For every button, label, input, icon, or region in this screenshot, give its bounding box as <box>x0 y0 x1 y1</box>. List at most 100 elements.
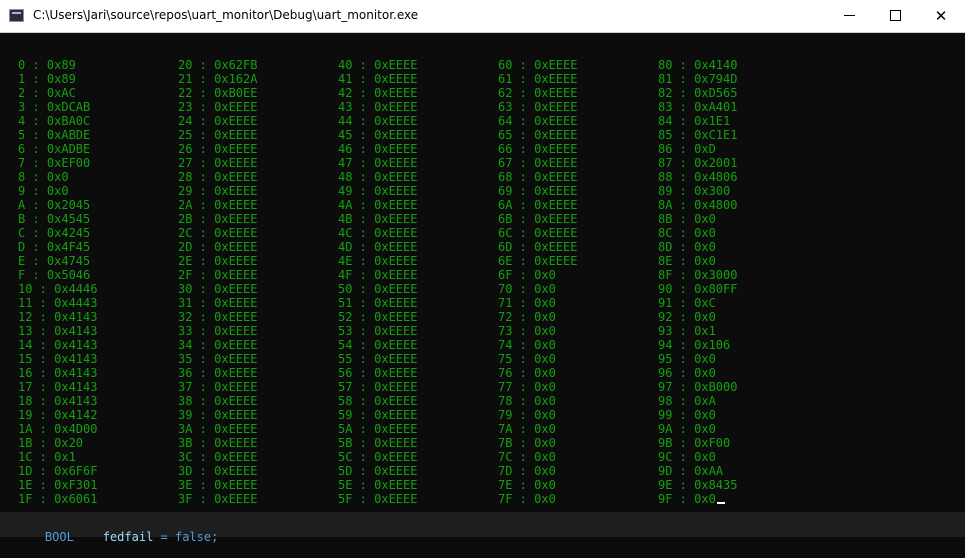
console-line: 48 : 0xEEEE <box>338 170 418 184</box>
console-line: 95 : 0x0 <box>658 352 716 366</box>
console-line: 90 : 0x80FF <box>658 282 738 296</box>
console-line: 9C : 0x0 <box>658 450 716 464</box>
console-line: 9E : 0x8435 <box>658 478 738 492</box>
console-line: 9 : 0x0 <box>18 184 69 198</box>
console-line: 7A : 0x0 <box>498 422 556 436</box>
console-line: 62 : 0xEEEE <box>498 86 578 100</box>
console-line: 51 : 0xEEEE <box>338 296 418 310</box>
console-line: 6B : 0xEEEE <box>498 212 578 226</box>
console-line: 9F : 0x0 <box>658 492 737 506</box>
console-line: D : 0x4F45 <box>18 240 91 254</box>
console-line: 7C : 0x0 <box>498 450 556 464</box>
console-line: 94 : 0x106 <box>658 338 731 352</box>
console-line: 47 : 0xEEEE <box>338 156 418 170</box>
console-line: 88 : 0x4806 <box>658 170 738 184</box>
console-line: C : 0x4245 <box>18 226 91 240</box>
console-line: 37 : 0xEEEE <box>178 380 258 394</box>
console-line: 3C : 0xEEEE <box>178 450 258 464</box>
console-line: 1A : 0x4D00 <box>18 422 98 436</box>
console-line: 41 : 0xEEEE <box>338 72 418 86</box>
console-line: 1C : 0x1 <box>18 450 76 464</box>
console-column-1: 20 : 0x62FB 21 : 0x162A 22 : 0xB0EE 23 : 0x… <box>178 58 257 506</box>
console-line: 22 : 0xB0EE <box>178 86 258 100</box>
console-line: 84 : 0x1E1 <box>658 114 731 128</box>
console-line: 78 : 0x0 <box>498 394 556 408</box>
console-line: 83 : 0xA401 <box>658 100 738 114</box>
console-line: 82 : 0xD565 <box>658 86 738 100</box>
console-line: 27 : 0xEEEE <box>178 156 258 170</box>
console-line: 46 : 0xEEEE <box>338 142 418 156</box>
console-line: 7 : 0xEF00 <box>18 156 91 170</box>
console-line: 74 : 0x0 <box>498 338 556 352</box>
console-line: 85 : 0xC1E1 <box>658 128 738 142</box>
console-line: 8B : 0x0 <box>658 212 716 226</box>
console-line: 3 : 0xDCAB <box>18 100 91 114</box>
console-line: 70 : 0x0 <box>498 282 556 296</box>
console-line: 3D : 0xEEEE <box>178 464 258 478</box>
console-line: 15 : 0x4143 <box>18 352 98 366</box>
console-line: 9A : 0x0 <box>658 422 716 436</box>
console-column-4: 80 : 0x4140 81 : 0x794D 82 : 0xD565 83 : 0x… <box>658 58 737 506</box>
console-line: 5C : 0xEEEE <box>338 450 418 464</box>
console-line: 8E : 0x0 <box>658 254 716 268</box>
console-line: 2E : 0xEEEE <box>178 254 258 268</box>
console-line: 80 : 0x4140 <box>658 58 738 72</box>
console-line: 43 : 0xEEEE <box>338 100 418 114</box>
console-line: 81 : 0x794D <box>658 72 738 86</box>
console-line: 3A : 0xEEEE <box>178 422 258 436</box>
console-line: 4B : 0xEEEE <box>338 212 418 226</box>
console-line: 79 : 0x0 <box>498 408 556 422</box>
console-line: 17 : 0x4143 <box>18 380 98 394</box>
console-line: 16 : 0x4143 <box>18 366 98 380</box>
console-line: 23 : 0xEEEE <box>178 100 258 114</box>
console-line: 67 : 0xEEEE <box>498 156 578 170</box>
console-line: 24 : 0xEEEE <box>178 114 258 128</box>
console-line: 63 : 0xEEEE <box>498 100 578 114</box>
console-output[interactable]: 0 : 0x89 1 : 0x89 2 : 0xAC 3 : 0xDCAB 4 : 0x… <box>0 33 965 512</box>
console-window: C:\Users\Jari\source\repos\uart_monitor\… <box>0 0 965 512</box>
console-line: 1D : 0x6F6F <box>18 464 98 478</box>
console-line: 56 : 0xEEEE <box>338 366 418 380</box>
console-line: 54 : 0xEEEE <box>338 338 418 352</box>
maximize-button[interactable] <box>872 0 918 31</box>
console-line: 42 : 0xEEEE <box>338 86 418 100</box>
console-line: 72 : 0x0 <box>498 310 556 324</box>
console-line: 4F : 0xEEEE <box>338 268 418 282</box>
title-bar[interactable]: C:\Users\Jari\source\repos\uart_monitor\… <box>0 0 965 33</box>
console-line: 6F : 0x0 <box>498 268 556 282</box>
console-line: 32 : 0xEEEE <box>178 310 258 324</box>
code-type-keyword: BOOL <box>44 530 74 544</box>
console-line: 34 : 0xEEEE <box>178 338 258 352</box>
console-line: 3F : 0xEEEE <box>178 492 258 506</box>
console-line: 2A : 0xEEEE <box>178 198 258 212</box>
console-line: 2C : 0xEEEE <box>178 226 258 240</box>
console-line: 49 : 0xEEEE <box>338 184 418 198</box>
console-line: 2 : 0xAC <box>18 86 76 100</box>
console-line: A : 0x2045 <box>18 198 91 212</box>
console-line: 12 : 0x4143 <box>18 310 98 324</box>
console-line: 60 : 0xEEEE <box>498 58 578 72</box>
console-line: 93 : 0x1 <box>658 324 716 338</box>
console-line: 6A : 0xEEEE <box>498 198 578 212</box>
console-line: 19 : 0x4142 <box>18 408 98 422</box>
console-line: 4E : 0xEEEE <box>338 254 418 268</box>
console-line: 68 : 0xEEEE <box>498 170 578 184</box>
console-line: 21 : 0x162A <box>178 72 258 86</box>
code-assignment: = false; <box>160 530 219 544</box>
console-line: 75 : 0x0 <box>498 352 556 366</box>
console-line: 65 : 0xEEEE <box>498 128 578 142</box>
console-line: 8F : 0x3000 <box>658 268 738 282</box>
console-line: 38 : 0xEEEE <box>178 394 258 408</box>
console-line: 28 : 0xEEEE <box>178 170 258 184</box>
minimize-button[interactable] <box>826 0 872 31</box>
console-line: 35 : 0xEEEE <box>178 352 258 366</box>
close-button[interactable]: ✕ <box>918 0 964 31</box>
console-line: 45 : 0xEEEE <box>338 128 418 142</box>
console-line: 9D : 0xAA <box>658 464 724 478</box>
console-line: 2B : 0xEEEE <box>178 212 258 226</box>
console-line: 18 : 0x4143 <box>18 394 98 408</box>
console-line: 2D : 0xEEEE <box>178 240 258 254</box>
minimize-icon <box>843 15 855 16</box>
console-line: 5 : 0xABDE <box>18 128 91 142</box>
console-line: 29 : 0xEEEE <box>178 184 258 198</box>
